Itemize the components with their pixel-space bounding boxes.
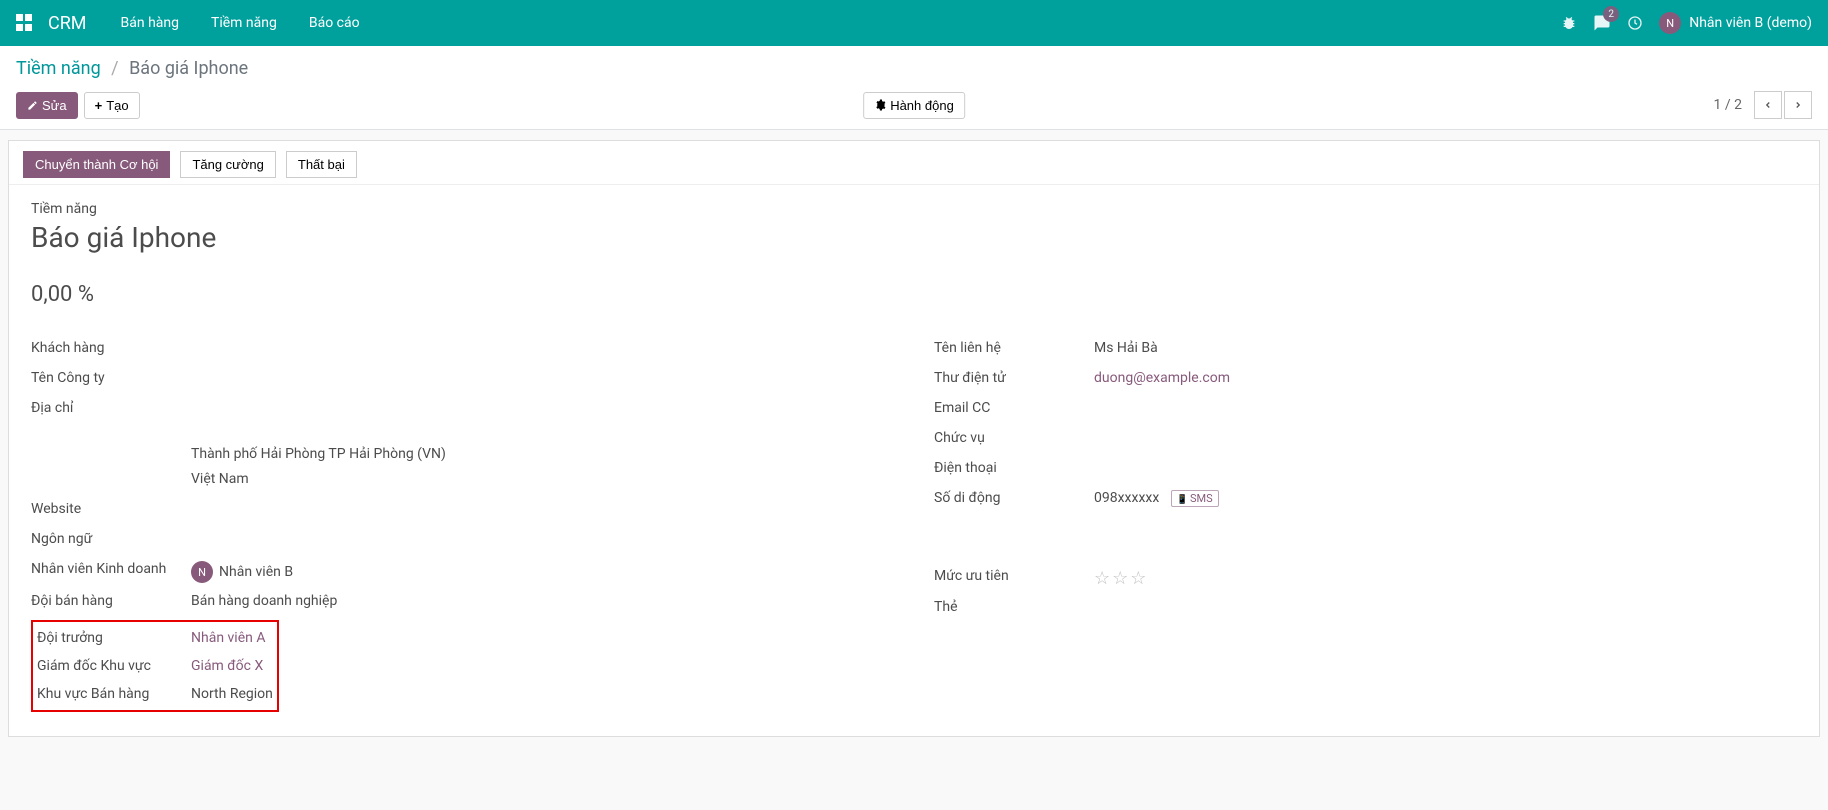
value-mobile[interactable]: 098xxxxxx [1094, 490, 1159, 506]
label-address: Địa chỉ [31, 400, 191, 416]
pager-next[interactable] [1784, 91, 1812, 119]
label-website: Website [31, 501, 191, 517]
label-priority: Mức ưu tiên [934, 568, 1094, 584]
nav-reports[interactable]: Báo cáo [295, 5, 374, 41]
app-title: CRM [48, 13, 87, 34]
action-label: Hành động [890, 98, 954, 113]
breadcrumb-separator: / [105, 58, 124, 79]
topbar: CRM Bán hàng Tiềm năng Báo cáo 2 N Nhân … [0, 0, 1828, 46]
value-address: Thành phố Hải Phòng TP Hải Phòng (VN) Vi… [191, 402, 894, 491]
clock-icon[interactable] [1627, 15, 1643, 31]
value-salesperson: N Nhân viên B [191, 561, 894, 583]
sms-button[interactable]: SMS [1171, 490, 1219, 507]
label-salesperson: Nhân viên Kinh doanh [31, 561, 191, 577]
label-email: Thư điện tử [934, 370, 1094, 386]
label-emailcc: Email CC [934, 400, 1094, 416]
probability: 0,00 % [31, 282, 1797, 307]
address-line2: Việt Nam [191, 467, 894, 492]
breadcrumb-parent[interactable]: Tiềm năng [16, 58, 101, 79]
address-line1: Thành phố Hải Phòng TP Hải Phòng (VN) [191, 442, 894, 467]
chat-icon[interactable]: 2 [1593, 14, 1611, 32]
convert-button[interactable]: Chuyển thành Cơ hội [23, 151, 170, 178]
nav-leads[interactable]: Tiềm năng [197, 5, 291, 41]
salesperson-avatar: N [191, 561, 213, 583]
label-mobile: Số di động [934, 490, 1094, 506]
label-team-leader: Đội trưởng [37, 630, 191, 646]
label-customer: Khách hàng [31, 340, 191, 356]
left-column: Khách hàng Tên Công ty Địa chỉ Thành phố… [31, 335, 894, 712]
breadcrumb-current: Báo giá Iphone [129, 58, 248, 79]
control-panel: Tiềm năng / Báo giá Iphone Sửa + Tạo Hàn… [0, 46, 1828, 130]
value-email[interactable]: duong@example.com [1094, 370, 1797, 386]
star-icon[interactable]: ☆ [1094, 568, 1112, 589]
label-phone: Điện thoại [934, 460, 1094, 476]
label-salesteam: Đội bán hàng [31, 593, 191, 609]
value-salesteam: Bán hàng doanh nghiệp [191, 593, 894, 609]
topbar-right: 2 N Nhân viên B (demo) [1561, 12, 1812, 34]
edit-label: Sửa [42, 98, 67, 113]
edit-button[interactable]: Sửa [16, 92, 78, 119]
value-regional-manager[interactable]: Giám đốc X [191, 658, 273, 674]
label-company: Tên Công ty [31, 370, 191, 386]
label-sales-region: Khu vực Bán hàng [37, 686, 191, 702]
label-tags: Thẻ [934, 599, 1094, 615]
value-mobile-wrap: 098xxxxxx SMS [1094, 490, 1797, 506]
star-icon[interactable]: ☆ [1112, 568, 1130, 589]
value-contact: Ms Hải Bà [1094, 340, 1797, 356]
lead-type-label: Tiềm năng [31, 201, 1797, 217]
right-column: Tên liên hệMs Hải Bà Thư điện tửduong@ex… [934, 335, 1797, 712]
value-team-leader[interactable]: Nhân viên A [191, 630, 273, 646]
lead-title: Báo giá Iphone [31, 221, 1797, 254]
priority-stars[interactable]: ☆☆☆ [1094, 568, 1797, 589]
chat-badge: 2 [1603, 6, 1619, 22]
value-sales-region: North Region [191, 686, 273, 702]
pager-prev[interactable] [1754, 91, 1782, 119]
create-label: Tạo [106, 98, 128, 113]
user-menu[interactable]: N Nhân viên B (demo) [1659, 12, 1812, 34]
nav-sales[interactable]: Bán hàng [107, 5, 193, 41]
top-nav: Bán hàng Tiềm năng Báo cáo [107, 5, 374, 41]
label-job: Chức vụ [934, 430, 1094, 446]
highlighted-section: Đội trưởngNhân viên A Giám đốc Khu vựcGi… [31, 620, 279, 712]
lost-button[interactable]: Thất bại [286, 151, 357, 178]
toolbar: Sửa + Tạo Hành động 1 / 2 [16, 91, 1812, 119]
form-sheet: Chuyển thành Cơ hội Tăng cường Thất bại … [8, 140, 1820, 737]
apps-icon[interactable] [16, 14, 34, 32]
action-button[interactable]: Hành động [863, 92, 965, 119]
label-regional-manager: Giám đốc Khu vực [37, 658, 191, 674]
user-avatar: N [1659, 12, 1681, 34]
label-contact: Tên liên hệ [934, 340, 1094, 356]
bug-icon[interactable] [1561, 15, 1577, 31]
enrich-button[interactable]: Tăng cường [180, 151, 275, 178]
user-name: Nhân viên B (demo) [1689, 15, 1812, 31]
salesperson-name: Nhân viên B [219, 564, 293, 580]
create-button[interactable]: + Tạo [84, 92, 140, 119]
star-icon[interactable]: ☆ [1130, 568, 1148, 589]
pager-text: 1 / 2 [1714, 97, 1742, 113]
label-language: Ngôn ngữ [31, 531, 191, 547]
breadcrumb: Tiềm năng / Báo giá Iphone [16, 58, 1812, 79]
status-bar: Chuyển thành Cơ hội Tăng cường Thất bại [9, 141, 1819, 185]
